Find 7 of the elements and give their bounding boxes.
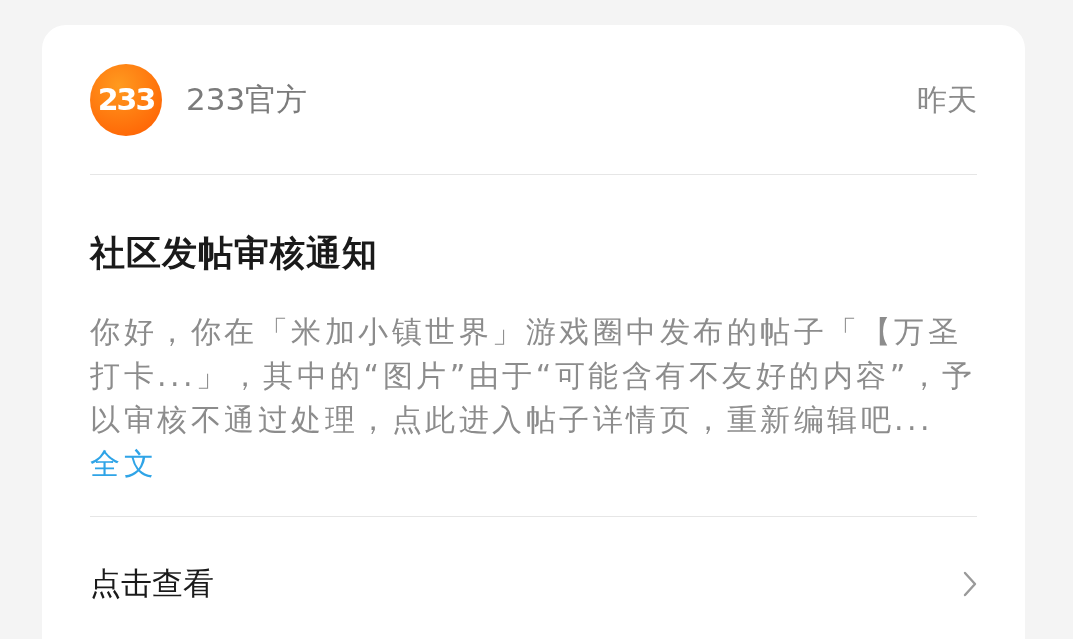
notification-title: 社区发帖审核通知 — [90, 232, 379, 275]
logo: 233 — [90, 63, 162, 136]
chevron-right-icon[interactable] — [963, 570, 977, 597]
view-link[interactable]: 点击查看 — [90, 560, 214, 607]
timestamp: 昨天 — [917, 81, 977, 119]
notification-body: 你好，你在「米加小镇世界」游戏圈中发布的帖子「【万圣打卡...」，其中的“图片”由于“可能含有不友好的内容”，予以审核不通过处理，点此进入帖子详情页，重新编辑吧... 全文 — [90, 312, 977, 483]
sender-name: 233官方 — [186, 80, 308, 120]
